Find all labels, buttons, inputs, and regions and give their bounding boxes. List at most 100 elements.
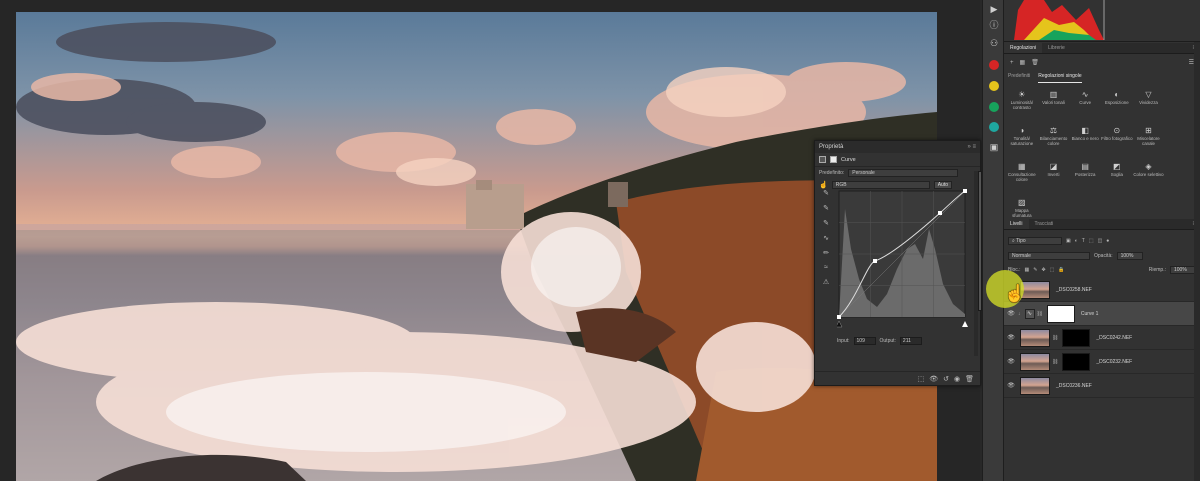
eyedropper-white-icon[interactable]: ✎ bbox=[819, 219, 833, 227]
clipping-warning-icon[interactable]: ⚠ bbox=[819, 278, 833, 286]
layer-row[interactable]: 👁 ⛓ _DSC0232.NEF bbox=[1004, 350, 1194, 374]
link-icon[interactable]: ⛓ bbox=[1037, 311, 1043, 317]
adjustment-item[interactable]: ▥ Valori tonali bbox=[1038, 90, 1070, 120]
visibility-icon[interactable]: ◉ bbox=[954, 375, 960, 383]
link-icon[interactable]: ⛓ bbox=[1052, 335, 1058, 341]
eyedropper-gray-icon[interactable]: ✎ bbox=[819, 204, 833, 212]
adjustment-label: Vividezza bbox=[1139, 100, 1158, 105]
trash-icon[interactable]: 🗑 bbox=[1031, 59, 1039, 66]
right-panel-scrollbar[interactable] bbox=[1194, 42, 1200, 481]
filter-type-icon[interactable]: T bbox=[1082, 238, 1085, 244]
adjust-yellow-icon[interactable] bbox=[989, 81, 999, 91]
clip-to-layer-icon[interactable]: ⬚ bbox=[918, 375, 925, 383]
preset-dropdown[interactable]: Personale bbox=[848, 169, 959, 177]
adjust-teal-icon[interactable] bbox=[989, 122, 999, 132]
info-icon[interactable]: ⓘ bbox=[987, 18, 1001, 32]
adjustment-item[interactable]: ⊞ Miscelatore canale bbox=[1133, 126, 1165, 156]
pencil-icon[interactable]: ✏ bbox=[819, 249, 833, 257]
layer-mask-thumbnail[interactable] bbox=[1062, 328, 1091, 347]
document-image[interactable] bbox=[16, 12, 937, 481]
blend-mode-dropdown[interactable]: Normale bbox=[1008, 251, 1090, 260]
layer-name: _DSC0258.NEF bbox=[1056, 286, 1092, 293]
adjustment-item[interactable]: ◑ Tonalità/ saturazione bbox=[1006, 126, 1038, 156]
curve-point-black bbox=[837, 315, 841, 319]
filter-adjustment-icon[interactable]: ◐ bbox=[1075, 238, 1078, 244]
layer-mask-thumbnail[interactable] bbox=[1046, 304, 1075, 323]
link-icon[interactable]: ⛓ bbox=[1052, 359, 1058, 365]
play-icon[interactable]: ▶ bbox=[987, 2, 1001, 16]
curve-point-icon[interactable]: ∿ bbox=[819, 234, 833, 242]
layer-row-selected[interactable]: 👁 ↓ ∿ ⛓ Curve 1 bbox=[1004, 302, 1194, 326]
lock-transparent-icon[interactable]: ▦ bbox=[1025, 267, 1030, 273]
adjustment-item[interactable]: ▽ Vividezza bbox=[1133, 90, 1165, 120]
view-previous-icon[interactable]: 👁 bbox=[929, 375, 938, 383]
properties-footer: ⬚ 👁 ↺ ◉ 🗑 bbox=[815, 371, 980, 385]
smooth-icon[interactable]: ≈ bbox=[819, 264, 833, 271]
input-field[interactable]: 109 bbox=[853, 337, 876, 345]
eye-icon[interactable]: 👁 bbox=[1006, 382, 1016, 389]
adjustment-empty bbox=[1164, 162, 1196, 192]
properties-header[interactable]: Proprietà » ≡ bbox=[815, 141, 980, 153]
preset-row: Predefinito: Personale bbox=[815, 167, 980, 179]
library-icon[interactable]: ▣ bbox=[987, 140, 1001, 154]
grid-icon[interactable]: ▦ bbox=[1020, 59, 1026, 66]
output-field[interactable]: 211 bbox=[899, 337, 922, 345]
properties-scrollbar[interactable] bbox=[974, 171, 982, 356]
curve-graph[interactable] bbox=[835, 189, 969, 329]
adjustment-item[interactable]: ◐ Esposizione bbox=[1101, 90, 1133, 120]
adjustment-label: Inverti bbox=[1047, 172, 1060, 177]
layer-row[interactable]: _DSC0258.NEF bbox=[1004, 278, 1194, 302]
mask-icon[interactable] bbox=[830, 156, 837, 163]
eye-icon[interactable]: 👁 bbox=[1006, 310, 1016, 317]
adjustment-item[interactable]: ▦ Consultazione colore bbox=[1006, 162, 1038, 192]
lock-move-icon[interactable]: ✥ bbox=[1041, 267, 1045, 273]
adjust-green-icon[interactable] bbox=[989, 102, 999, 112]
panel-menu-icon[interactable]: » ≡ bbox=[967, 144, 976, 150]
layer-name: Curve 1 bbox=[1080, 310, 1099, 317]
fill-field[interactable]: 100% bbox=[1170, 265, 1196, 274]
curve-point-upper bbox=[938, 211, 942, 215]
adjustment-item[interactable]: ◪ Inverti bbox=[1038, 162, 1070, 192]
adjustment-item[interactable]: ◧ Bianco e nero bbox=[1069, 126, 1101, 156]
tab-libraries[interactable]: Librerie bbox=[1042, 43, 1071, 53]
reset-icon[interactable]: ↺ bbox=[943, 375, 949, 383]
curves-adjustment-icon[interactable] bbox=[819, 156, 826, 163]
layer-row[interactable]: 👁 ⛓ _DSC0242.NEF bbox=[1004, 326, 1194, 350]
adjustment-icon: ▨ bbox=[1018, 198, 1026, 207]
add-icon[interactable]: + bbox=[1010, 60, 1014, 66]
subtab-single-adjustments[interactable]: Regolazioni singole bbox=[1038, 73, 1082, 83]
eye-icon[interactable]: 👁 bbox=[1006, 334, 1016, 341]
adjustment-item[interactable]: ∿ Curve bbox=[1069, 90, 1101, 120]
eyedropper-black-icon[interactable]: ✎ bbox=[819, 189, 833, 197]
filter-toggle-icon[interactable]: ● bbox=[1106, 238, 1109, 244]
channel-dropdown[interactable]: RGB bbox=[831, 181, 930, 189]
adjustment-item[interactable]: ⚖ Bilanciamento colore bbox=[1038, 126, 1070, 156]
filter-shape-icon[interactable]: ⬚ bbox=[1089, 238, 1094, 244]
lock-all-icon[interactable]: 🔒 bbox=[1058, 267, 1064, 273]
adjustment-icon: ☀ bbox=[1018, 90, 1026, 99]
adjustment-item[interactable]: ▤ Posterizza bbox=[1069, 162, 1101, 192]
tab-layers[interactable]: Livelli bbox=[1004, 219, 1029, 229]
hand-target-icon[interactable]: ☝ bbox=[819, 181, 828, 189]
adjust-red-icon[interactable] bbox=[989, 60, 999, 70]
adjustment-item[interactable]: ☀ Luminosità/ contrasto bbox=[1006, 90, 1038, 120]
subtab-presets[interactable]: Predefiniti bbox=[1008, 73, 1030, 83]
layer-row[interactable]: 👁 _DSC0236.NEF bbox=[1004, 374, 1194, 398]
people-icon[interactable]: ⚇ bbox=[987, 36, 1001, 50]
adjustment-item[interactable]: ◩ Soglia bbox=[1101, 162, 1133, 192]
filter-pixel-icon[interactable]: ▣ bbox=[1066, 238, 1071, 244]
auto-button[interactable]: Auto bbox=[933, 181, 953, 189]
adjustment-item[interactable]: ◈ Colore selettivo bbox=[1133, 162, 1165, 192]
filter-smart-icon[interactable]: ◫ bbox=[1098, 238, 1103, 244]
opacity-field[interactable]: 100% bbox=[1116, 251, 1143, 260]
adjustment-item[interactable]: ⊙ Filtro fotografico bbox=[1101, 126, 1133, 156]
lock-brush-icon[interactable]: ✎ bbox=[1033, 267, 1037, 273]
tab-adjustments[interactable]: Regolazioni bbox=[1004, 43, 1043, 53]
adjustment-icon: ▥ bbox=[1049, 90, 1058, 99]
tab-paths[interactable]: Tracciati bbox=[1029, 219, 1060, 229]
layer-mask-thumbnail[interactable] bbox=[1062, 352, 1091, 371]
trash-icon[interactable]: 🗑 bbox=[965, 375, 974, 383]
lock-artboard-icon[interactable]: ⬚ bbox=[1050, 267, 1055, 273]
layer-filter-dropdown[interactable]: ⌕ Tipo bbox=[1008, 237, 1062, 245]
eye-icon[interactable]: 👁 bbox=[1006, 358, 1016, 365]
